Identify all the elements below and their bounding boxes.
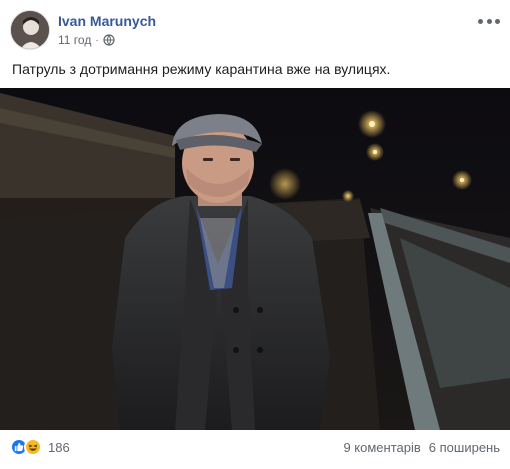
post-footer: 186 9 коментарів 6 поширень <box>10 436 500 458</box>
haha-icon <box>24 438 42 456</box>
author-name[interactable]: Ivan Marunych <box>58 13 156 29</box>
reaction-count: 186 <box>48 439 70 455</box>
more-options-icon[interactable] <box>478 14 500 28</box>
post-meta: 11 год · <box>58 33 115 47</box>
globe-icon <box>103 34 115 46</box>
reactions-summary[interactable]: 186 <box>10 438 70 456</box>
post-text: Патруль з дотримання режиму карантина вж… <box>12 61 391 77</box>
comments-link[interactable]: 9 коментарів <box>343 440 420 455</box>
post-header: Ivan Marunych 11 год · <box>10 8 500 52</box>
shares-link[interactable]: 6 поширень <box>429 440 500 455</box>
post-timestamp[interactable]: 11 год <box>58 33 91 47</box>
post-photo[interactable] <box>0 88 510 430</box>
facebook-post: Ivan Marunych 11 год · Патруль з дотрима… <box>0 0 510 469</box>
engagement-links: 9 коментарів 6 поширень <box>343 440 500 455</box>
author-avatar[interactable] <box>10 10 50 50</box>
meta-separator: · <box>95 34 99 46</box>
